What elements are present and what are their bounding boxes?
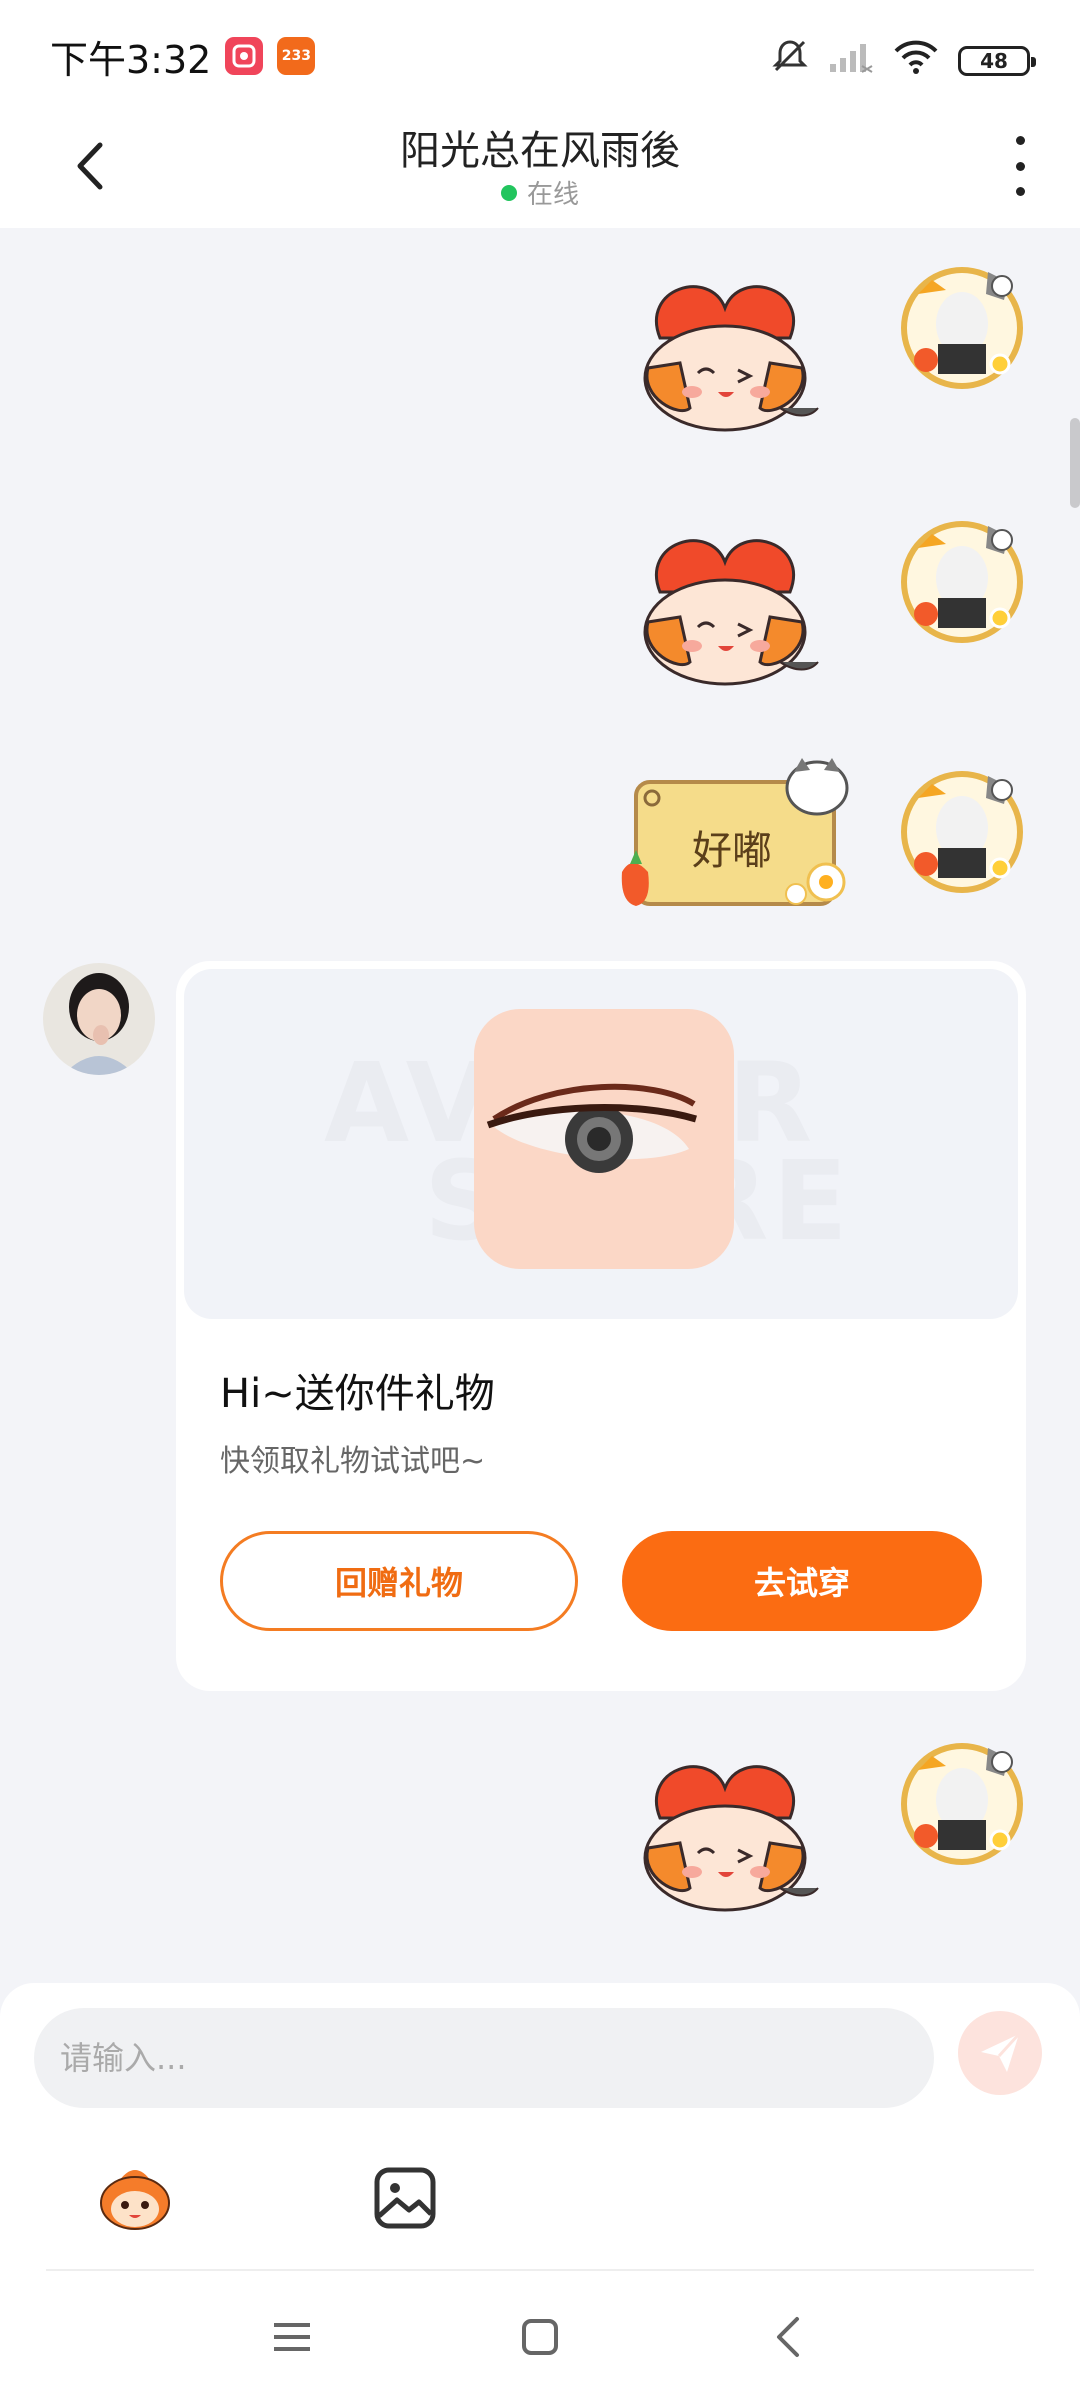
self-avatar[interactable] — [898, 1740, 1026, 1868]
online-dot-icon — [500, 185, 517, 201]
return-gift-button[interactable]: 回赠礼物 — [220, 1531, 578, 1631]
online-status-label: 在线 — [526, 180, 579, 210]
scrollbar[interactable] — [1070, 418, 1080, 508]
peer-avatar[interactable] — [43, 963, 155, 1075]
input-panel — [0, 1983, 1080, 2272]
more-dot-icon — [1015, 136, 1025, 145]
nav-back-button[interactable] — [748, 2302, 828, 2372]
try-on-button[interactable]: 去试穿 — [622, 1531, 982, 1631]
status-icons: 48 — [770, 36, 1036, 85]
chat-message-list[interactable]: 好嘟 AVATAR STORE — [0, 228, 1080, 1983]
battery-icon: 48 — [958, 45, 1036, 76]
hug-heart-sticker[interactable] — [620, 522, 830, 692]
message-input[interactable] — [34, 2008, 934, 2108]
self-avatar[interactable] — [898, 264, 1026, 392]
gift-banner: AVATAR STORE — [184, 969, 1018, 1319]
send-button[interactable] — [958, 2011, 1042, 2095]
back-icon — [777, 2317, 799, 2357]
sticker-text: 好嘟 — [692, 828, 772, 874]
nav-menu-button[interactable] — [252, 2302, 332, 2372]
more-dot-icon — [1015, 161, 1025, 171]
233-app-icon: 233 — [277, 37, 316, 75]
page-title: 阳光总在风雨後 — [400, 128, 680, 174]
more-options-button[interactable] — [1008, 136, 1032, 196]
image-picker-button[interactable] — [360, 2153, 450, 2243]
image-icon — [374, 2167, 436, 2229]
mascot-emoji-icon — [100, 2170, 170, 2230]
home-icon — [522, 2319, 558, 2355]
gift-subtitle: 快领取礼物试试吧~ — [220, 1444, 486, 1479]
gift-eye-image — [474, 1009, 734, 1269]
self-avatar[interactable] — [898, 518, 1026, 646]
hug-heart-sticker[interactable] — [620, 1748, 830, 1918]
status-time: 下午3:32 — [50, 37, 212, 82]
menu-icon — [274, 2323, 310, 2351]
mascot-emoji-button[interactable] — [90, 2153, 180, 2243]
nav-home-button[interactable] — [500, 2302, 580, 2372]
hug-heart-sticker[interactable] — [620, 268, 830, 438]
chat-header: 阳光总在风雨後 在线 — [0, 112, 1080, 228]
signal-icon — [828, 38, 874, 83]
send-icon — [981, 2032, 1021, 2072]
more-dot-icon — [1015, 187, 1025, 196]
gift-card[interactable]: AVATAR STORE Hi~送你件礼物 快领取礼物试试吧~ 回赠礼物 去试穿 — [176, 961, 1026, 1691]
divider — [46, 2269, 1034, 2271]
text-sticker-bubble[interactable]: 好嘟 — [612, 752, 862, 912]
gift-title: Hi~送你件礼物 — [220, 1371, 495, 1417]
wifi-icon — [892, 37, 940, 84]
bell-muted-icon — [770, 36, 810, 85]
system-nav-bar — [0, 2272, 1080, 2400]
self-avatar[interactable] — [898, 768, 1026, 896]
hongshou-app-icon — [225, 37, 264, 75]
status-bar: 下午3:32 233 48 — [0, 0, 1080, 112]
online-status: 在线 — [0, 174, 1080, 211]
